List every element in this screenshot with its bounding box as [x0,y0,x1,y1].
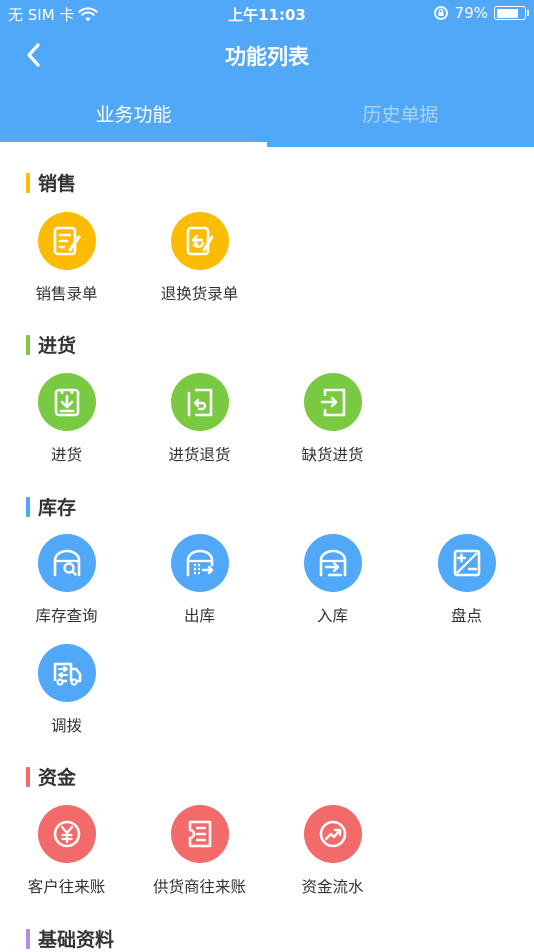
purchase-return-button[interactable]: 进货退货 [133,373,266,465]
item-label: 进货 [50,446,82,464]
shortage-purchase-button[interactable]: 缺货进货 [266,373,399,465]
orientation-lock-icon [433,6,448,20]
item-label: 出库 [183,607,215,625]
receipt-icon [188,820,211,848]
inventory-query-button[interactable]: 库存查询 [0,534,133,626]
battery-percent: 79% [454,4,488,22]
item-label: 供货商往来账 [152,878,246,896]
item-label: 资金流水 [301,878,364,896]
section-title: 基础资料 [26,925,114,952]
supplier-accounts-button[interactable]: 供货商往来账 [133,805,266,897]
tab-business-functions[interactable]: 业务功能 [0,88,267,147]
section-title: 资金 [26,763,76,790]
warehouse-search-icon [53,549,80,577]
page-title: 功能列表 [225,45,309,69]
item-label: 盘点 [450,607,482,625]
warehouse-in-icon [319,549,346,577]
battery-icon [494,6,529,20]
item-label: 销售录单 [35,285,98,303]
item-label: 入库 [316,607,348,625]
section-title: 销售 [26,169,76,196]
warehouse-out-icon [186,549,213,577]
plus-minus-icon [453,549,480,577]
item-label: 退换货录单 [160,285,239,303]
fund-flow-button[interactable]: 资金流水 [266,805,399,897]
navbar: 功能列表 [0,28,534,84]
item-label: 调拨 [50,717,82,735]
stocktake-button[interactable]: 盘点 [400,534,533,626]
item-label: 客户往来账 [27,878,106,896]
outbound-button[interactable]: 出库 [133,534,266,626]
tab-history-documents[interactable]: 历史单据 [267,88,534,147]
return-exchange-entry-button[interactable]: 退换货录单 [133,212,266,304]
return-box-icon [187,388,212,417]
transfer-button[interactable]: 调拨 [0,644,133,736]
truck-transfer-icon [53,662,81,686]
tab-bar: 业务功能 历史单据 [0,88,534,147]
customer-accounts-button[interactable]: 客户往来账 [0,805,133,897]
inbound-button[interactable]: 入库 [266,534,399,626]
return-edit-icon [186,226,213,256]
arrow-in-box-icon [320,388,345,417]
form-edit-icon [53,226,80,256]
item-label: 进货退货 [168,446,231,464]
item-label: 缺货进货 [301,446,364,464]
section-title: 进货 [26,331,76,358]
header: 无 SIM 卡 上午11:03 79% 功能列表 业务功能 历史单据 [0,0,534,147]
status-bar: 无 SIM 卡 上午11:03 79% [0,0,534,28]
purchase-button[interactable]: 进货 [0,373,133,465]
item-label: 库存查询 [35,607,98,625]
yen-icon [53,820,80,848]
sales-entry-button[interactable]: 销售录单 [0,212,133,304]
download-box-icon [54,388,79,417]
section-title: 库存 [26,493,76,520]
trend-icon [319,820,346,848]
